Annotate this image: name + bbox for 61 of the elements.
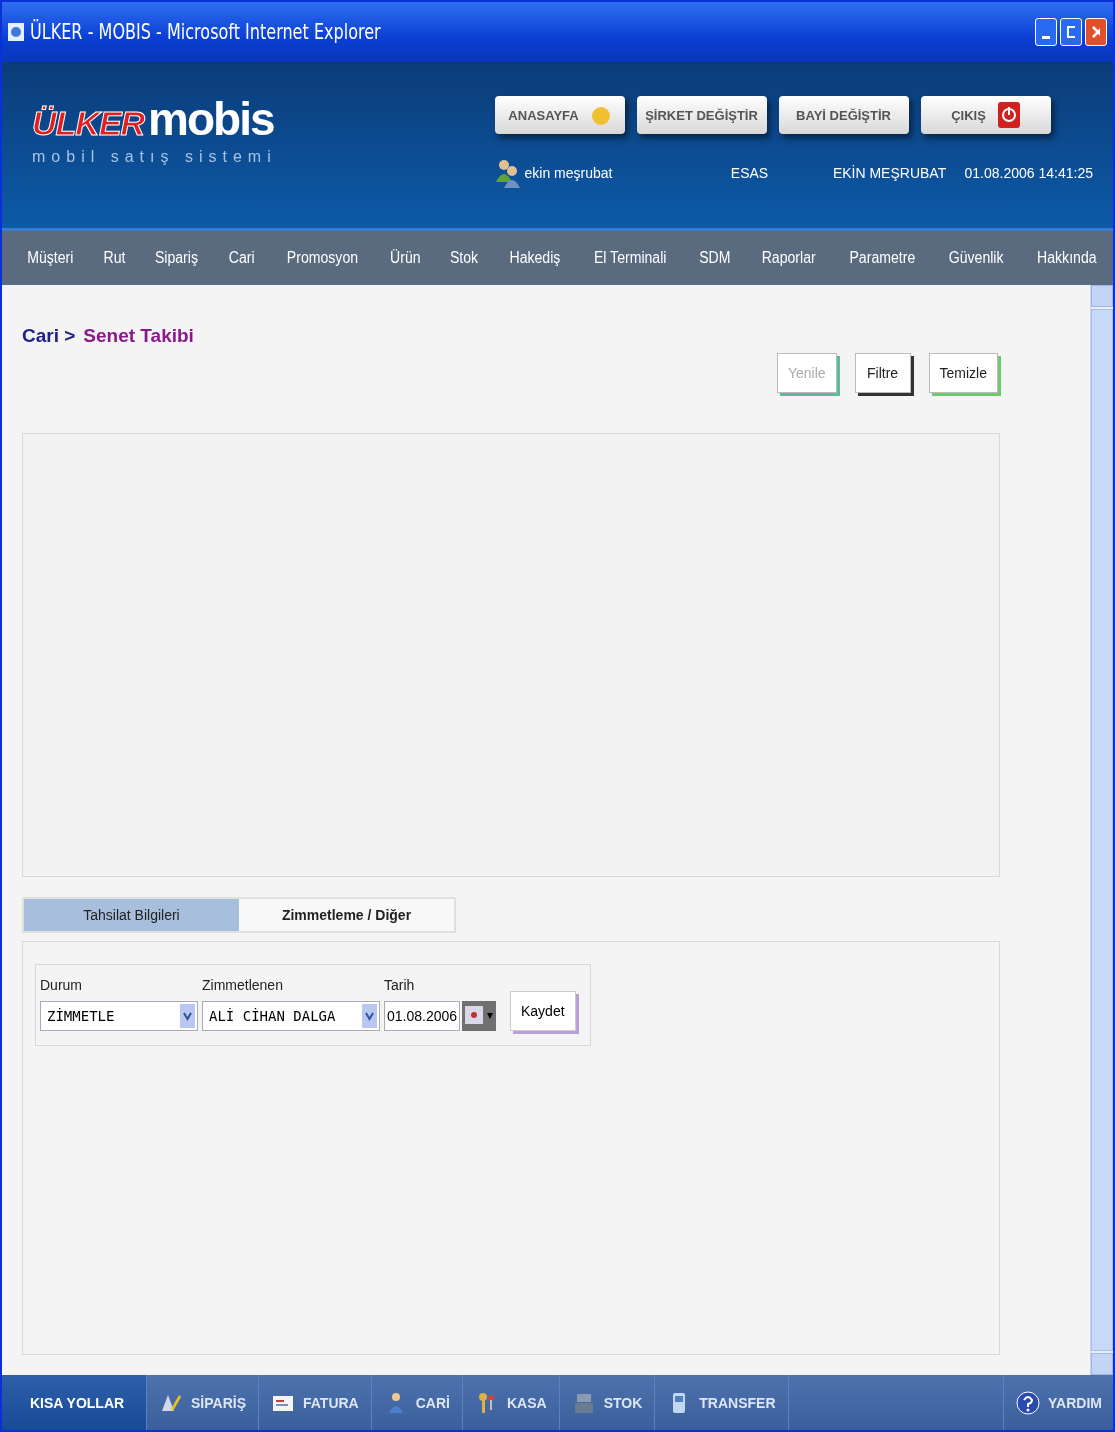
help-icon [1016, 1389, 1040, 1416]
date-time: 01.08.2006 14:41:25 [964, 165, 1093, 181]
save-button[interactable]: Kaydet [510, 991, 576, 1031]
menu-item[interactable]: Stok [450, 249, 479, 267]
dealer-name: EKİN MEŞRUBAT [831, 165, 948, 181]
menu-item[interactable]: Güvenlik [949, 249, 1004, 267]
menu-item[interactable]: SDM [699, 249, 731, 267]
menu-item[interactable]: Hakediş [509, 249, 561, 267]
header-button[interactable]: ÇIKIŞ [920, 96, 1051, 134]
header-button[interactable]: ANASAYFA [494, 96, 625, 134]
date-field[interactable]: 01.08.2006 [384, 1001, 460, 1031]
chevron-down-icon [362, 1004, 377, 1028]
field-label: Tarih [384, 977, 416, 993]
menu-item[interactable]: Sipariş [155, 249, 199, 267]
window-title: ÜLKER - MOBIS - Microsoft Internet Explorer [30, 20, 381, 44]
minimize-button[interactable] [1035, 18, 1057, 46]
menu-item[interactable]: El Terminali [594, 249, 667, 267]
menu-item[interactable]: Cari [228, 249, 255, 267]
menu-item[interactable]: Rut [103, 249, 126, 267]
shortcuts-title: KISA YOLLAR [29, 1393, 126, 1413]
calendar-icon[interactable] [462, 1001, 496, 1031]
menu-item[interactable]: Müşteri [27, 249, 74, 267]
brand-logo: ÜLKER [32, 104, 145, 143]
help-button[interactable]: YARDIM [1003, 1375, 1113, 1430]
action-button[interactable]: Temizle [928, 353, 998, 393]
shortcut-button[interactable]: SİPARİŞ [146, 1375, 258, 1430]
breadcrumb-link[interactable]: Cari > [22, 325, 76, 347]
power-icon [997, 102, 1020, 128]
minimize-icon [1042, 35, 1050, 39]
header-button[interactable]: BAYİ DEĞİŞTİR [778, 96, 909, 134]
action-button[interactable]: Filtre [854, 353, 911, 393]
tab[interactable]: Tahsilat Bilgileri [24, 899, 239, 931]
maximize-button[interactable] [1060, 18, 1082, 46]
menu-item[interactable]: Raporlar [762, 249, 816, 267]
tab[interactable]: Zimmetleme / Diğer [239, 899, 454, 931]
users-icon [494, 158, 521, 188]
close-icon [1092, 26, 1100, 38]
menu-item[interactable]: Hakkında [1037, 249, 1097, 267]
browser-icon [8, 23, 24, 41]
dropdown[interactable]: ZİMMETLE [40, 1001, 198, 1031]
menu-item[interactable]: Ürün [390, 249, 421, 267]
product-logo: mobis [148, 92, 274, 146]
header-button[interactable]: ŞİRKET DEĞİŞTİR [636, 96, 767, 134]
maximize-icon [1067, 26, 1075, 38]
dropdown[interactable]: ALİ CİHAN DALGA [202, 1001, 380, 1031]
shortcut-button[interactable]: FATURA [258, 1375, 371, 1430]
field-label: Zimmetlenen [202, 977, 284, 993]
user-name: ekin meşrubat [524, 165, 613, 181]
field-label: Durum [40, 977, 83, 993]
menu-item[interactable]: Promosyon [286, 249, 358, 267]
shortcut-button[interactable]: TRANSFER [654, 1375, 788, 1430]
company-name: ESAS [729, 165, 770, 181]
page-title: Senet Takibi [83, 325, 194, 347]
scrollbar[interactable] [1090, 285, 1113, 1375]
menu-item[interactable]: Parametre [849, 249, 916, 267]
shortcut-button[interactable]: STOK [558, 1375, 655, 1430]
tagline: mobil satış sistemi [32, 148, 278, 166]
shortcut-button[interactable]: CARİ [370, 1375, 462, 1430]
shortcut-button[interactable]: KASA [461, 1375, 559, 1430]
chevron-down-icon [180, 1004, 195, 1028]
close-button[interactable] [1085, 18, 1107, 46]
